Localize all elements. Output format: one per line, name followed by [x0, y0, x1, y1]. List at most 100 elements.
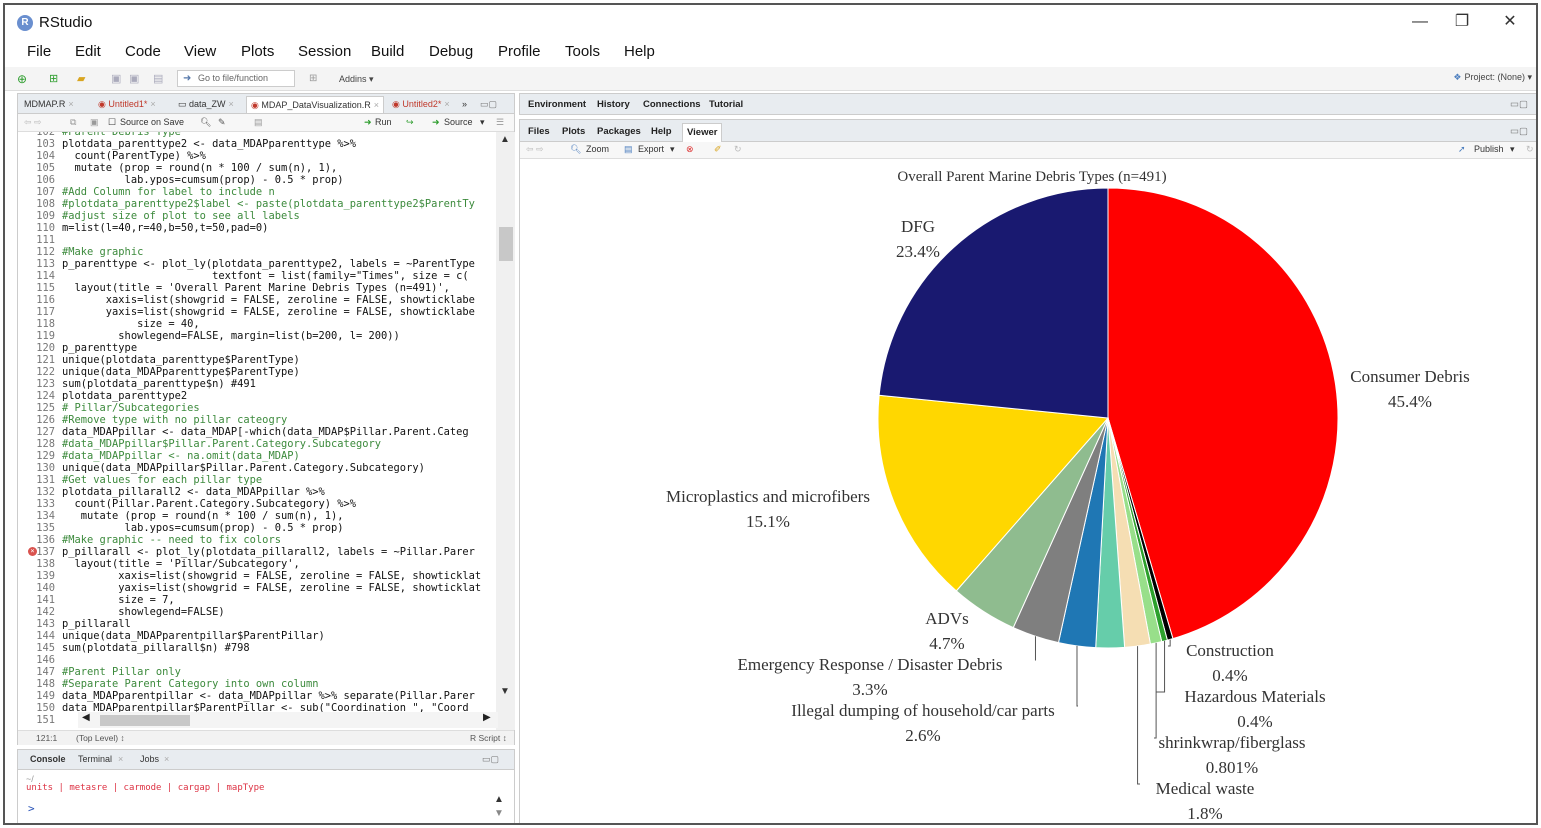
addins-menu[interactable]: Addins — [339, 71, 367, 87]
grid-icon[interactable]: ⊞ — [309, 71, 317, 87]
code-line[interactable]: 106 lab.ypos=cumsum(prop) - 0.5 * prop) — [18, 174, 343, 186]
minimize-pane-icon[interactable]: ▭▢ — [476, 96, 501, 113]
source-on-save-checkbox[interactable]: ☐ — [108, 117, 116, 128]
code-line[interactable]: 143 p_pillarall — [18, 618, 131, 630]
refresh-icon[interactable]: ↻ — [734, 144, 742, 155]
code-line[interactable]: 133 count(Pillar.Parent.Category.Subcate… — [18, 498, 356, 510]
scroll-up-icon[interactable]: ▲ — [494, 794, 504, 805]
menu-view[interactable]: View — [184, 43, 216, 60]
tab-viewer[interactable]: Viewer — [682, 123, 723, 142]
goto-file-input[interactable]: ➜ Go to file/function — [177, 70, 295, 87]
tab-plots[interactable]: Plots — [562, 126, 585, 137]
search-icon[interactable]: 🔍︎ — [200, 117, 211, 128]
refresh-icon[interactable]: ↻ — [1526, 144, 1534, 155]
tab-tutorial[interactable]: Tutorial — [709, 99, 743, 110]
minimize-pane-icon[interactable]: ▭▢ — [1510, 126, 1528, 137]
close-icon[interactable]: × — [118, 754, 123, 764]
plotly-pie-chart[interactable]: Overall Parent Marine Debris Types (n=49… — [520, 160, 1538, 824]
menu-code[interactable]: Code — [125, 43, 161, 60]
code-line[interactable]: 126 #Remove type with no pillar cateogry — [18, 414, 287, 426]
scroll-thumb[interactable] — [499, 227, 513, 261]
code-line[interactable]: 137 p_pillarall <- plot_ly(plotdata_pilla… — [18, 546, 475, 558]
close-icon[interactable]: × — [229, 99, 234, 109]
code-line[interactable]: 138 layout(title = 'Pillar/Subcategory', — [18, 558, 300, 570]
tab-help[interactable]: Help — [651, 126, 672, 137]
code-line[interactable]: 129 #data_MDAPpillar <- na.omit(data_MDAP… — [18, 450, 300, 462]
tab-jobs[interactable]: Jobs — [140, 754, 159, 764]
code-line[interactable]: 112 #Make graphic — [18, 246, 143, 258]
code-line[interactable]: 127 data_MDAPpillar <- data_MDAP[-which(d… — [18, 426, 468, 438]
code-line[interactable]: 135 lab.ypos=cumsum(prop) - 0.5 * prop) — [18, 522, 343, 534]
close-icon[interactable]: × — [444, 99, 449, 109]
close-icon[interactable]: × — [150, 99, 155, 109]
tab-packages[interactable]: Packages — [597, 126, 641, 137]
publish-button[interactable]: Publish — [1474, 144, 1504, 154]
chevron-down-icon[interactable]: ▾ — [670, 144, 675, 155]
scroll-down-icon[interactable]: ▼ — [500, 686, 510, 697]
rerun-icon[interactable]: ↪ — [406, 117, 414, 128]
console-prompt[interactable]: > — [28, 802, 35, 815]
code-line[interactable]: 148 #Separate Parent Category into own co… — [18, 678, 318, 690]
code-line[interactable]: 115 layout(title = 'Overall Parent Marin… — [18, 282, 450, 294]
show-in-window-icon[interactable]: ⧉ — [70, 117, 76, 128]
code-line[interactable]: 109 #adjust size of plot to see all label… — [18, 210, 300, 222]
code-line[interactable]: 140 yaxis=list(showgrid = FALSE, zerolin… — [18, 582, 481, 594]
code-line[interactable]: 147 #Parent Pillar only — [18, 666, 181, 678]
scroll-thumb[interactable] — [100, 715, 190, 726]
menu-build[interactable]: Build — [371, 43, 404, 60]
code-line[interactable]: 145 sum(plotdata_pillarall$n) #798 — [18, 642, 249, 654]
code-line[interactable]: 120 p_parenttype — [18, 342, 137, 354]
code-line[interactable]: 134 mutate (prop = round(n * 100 / sum(n… — [18, 510, 343, 522]
tab-console[interactable]: Console — [30, 754, 66, 764]
open-file-icon[interactable]: ▰ — [77, 71, 85, 87]
back-forward-icon[interactable]: ⇦ ⇨ — [24, 117, 42, 128]
tab-history[interactable]: History — [597, 99, 630, 110]
close-icon[interactable]: × — [68, 99, 73, 109]
scroll-left-icon[interactable]: ◀ — [82, 712, 90, 723]
minimize-button[interactable]: — — [1400, 10, 1440, 34]
code-line[interactable]: 146 — [18, 654, 62, 666]
code-line[interactable]: 110 m=list(l=40,r=40,b=50,t=50,pad=0) — [18, 222, 268, 234]
tab-connections[interactable]: Connections — [643, 99, 701, 110]
code-line[interactable]: 114 textfont = list(family="Times", size… — [18, 270, 468, 282]
tab-environment[interactable]: Environment — [528, 99, 586, 110]
code-line[interactable]: 131 #Get values for each pillar type — [18, 474, 262, 486]
code-line[interactable]: 128 #data_MDAPpillar$Pillar.Parent.Catego… — [18, 438, 381, 450]
code-line[interactable]: 149 data_MDAPparentpillar <- data_MDAPpil… — [18, 690, 475, 702]
code-line[interactable]: 118 size = 40, — [18, 318, 199, 330]
code-line[interactable]: 122 unique(data_MDAPparenttype$ParentType… — [18, 366, 300, 378]
scroll-down-icon[interactable]: ▼ — [494, 808, 504, 819]
menu-file[interactable]: File — [27, 43, 51, 60]
code-line[interactable]: 116 xaxis=list(showgrid = FALSE, zerolin… — [18, 294, 475, 306]
print-icon[interactable]: ▤ — [153, 71, 163, 87]
menu-tools[interactable]: Tools — [565, 43, 600, 60]
code-line[interactable]: 142 showlegend=FALSE) — [18, 606, 224, 618]
code-line[interactable]: 104 count(ParentType) %>% — [18, 150, 206, 162]
code-line[interactable]: 124 plotdata_parenttype2 — [18, 390, 187, 402]
editor-vertical-scrollbar[interactable]: ▲ ▼ — [496, 132, 515, 730]
error-marker-icon[interactable]: × — [28, 547, 37, 556]
back-forward-icon[interactable]: ⇦ ⇨ — [526, 144, 544, 155]
code-line[interactable]: 111 — [18, 234, 62, 246]
code-line[interactable]: 113 p_parenttype <- plot_ly(plotdata_pare… — [18, 258, 475, 270]
wand-icon[interactable]: ✎ — [218, 117, 226, 128]
close-icon[interactable]: × — [374, 100, 379, 110]
restore-pane-icon[interactable]: ▭▢ — [1510, 99, 1528, 110]
code-line[interactable]: 105 mutate (prop = round(n * 100 / sum(n… — [18, 162, 337, 174]
code-line[interactable]: 130 unique(data_MDAPpillar$Pillar.Parent.… — [18, 462, 425, 474]
tab-files[interactable]: Files — [528, 126, 550, 137]
export-button[interactable]: Export — [638, 144, 664, 154]
code-line[interactable]: 103 plotdata_parenttype2 <- data_MDAPpare… — [18, 138, 356, 150]
editor-horizontal-scrollbar[interactable]: ◀ ▶ — [78, 712, 498, 728]
code-line[interactable]: 136 #Make graphic -- need to fix colors — [18, 534, 281, 546]
broom-icon[interactable]: ✐ — [714, 144, 722, 155]
code-line[interactable]: 107 #Add Column for label to include n — [18, 186, 274, 198]
menu-edit[interactable]: Edit — [75, 43, 101, 60]
code-line[interactable]: 144 unique(data_MDAPparentpillar$ParentPi… — [18, 630, 325, 642]
pie-chart-svg[interactable]: Overall Parent Marine Debris Types (n=49… — [520, 160, 1538, 824]
tab-terminal[interactable]: Terminal — [78, 754, 112, 764]
chevron-down-icon[interactable]: ▾ — [1510, 144, 1515, 155]
new-project-icon[interactable]: ⊞ — [49, 71, 58, 87]
compile-icon[interactable]: ▤ — [254, 117, 263, 128]
source-button[interactable]: Source — [444, 117, 473, 127]
